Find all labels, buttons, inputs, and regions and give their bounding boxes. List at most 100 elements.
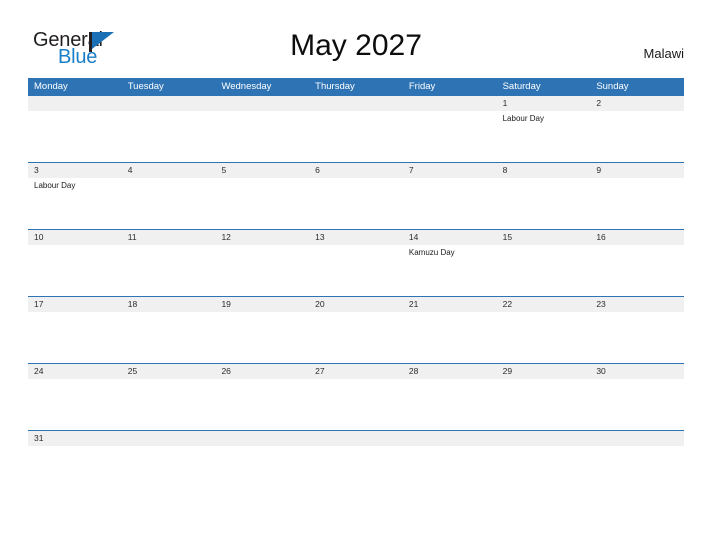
weekday-header-sunday: Sunday	[596, 81, 629, 92]
day-event	[403, 379, 497, 430]
week-event-band: Kamuzu Day	[28, 245, 684, 296]
day-event	[403, 446, 497, 455]
day-number[interactable]: 10	[28, 230, 122, 245]
day-event	[28, 312, 122, 363]
day-event	[309, 312, 403, 363]
day-number[interactable]: 1	[497, 96, 591, 111]
week-event-band	[28, 312, 684, 363]
day-number[interactable]: 30	[590, 364, 684, 379]
day-number[interactable]: 15	[497, 230, 591, 245]
weekday-header-tuesday: Tuesday	[127, 81, 164, 92]
day-event	[28, 111, 122, 162]
day-number[interactable]	[309, 431, 403, 446]
day-event	[309, 245, 403, 296]
day-event	[28, 245, 122, 296]
day-event	[215, 111, 309, 162]
week-date-band: 24 25 26 27 28 29 30	[28, 364, 684, 379]
day-number[interactable]: 21	[403, 297, 497, 312]
day-number[interactable]	[215, 96, 309, 111]
day-number[interactable]: 31	[28, 431, 122, 446]
day-number[interactable]: 11	[122, 230, 216, 245]
week-date-band: 10 11 12 13 14 15 16	[28, 230, 684, 245]
day-event	[497, 312, 591, 363]
day-event: Labour Day	[34, 181, 76, 190]
day-number[interactable]: 3	[28, 163, 122, 178]
day-event	[403, 312, 497, 363]
week-date-band: 17 18 19 20 21 22 23	[28, 297, 684, 312]
day-number[interactable]	[309, 96, 403, 111]
day-number[interactable]	[28, 96, 122, 111]
weekday-header-row: Monday Tuesday Wednesday Thursday Friday…	[28, 78, 684, 96]
week-row: 24 25 26 27 28 29 30	[28, 363, 684, 430]
weekday-header-monday: Monday	[34, 81, 68, 92]
day-number[interactable]: 4	[122, 163, 216, 178]
weekday-header-friday: Friday	[408, 81, 436, 92]
week-event-band	[28, 446, 684, 455]
day-event	[590, 312, 684, 363]
day-number[interactable]	[497, 431, 591, 446]
day-number[interactable]: 2	[590, 96, 684, 111]
day-number[interactable]: 24	[28, 364, 122, 379]
week-row: 31	[28, 430, 684, 455]
day-number[interactable]: 16	[590, 230, 684, 245]
day-number[interactable]: 19	[215, 297, 309, 312]
day-event	[122, 379, 216, 430]
day-event	[590, 446, 684, 455]
day-event	[309, 111, 403, 162]
day-event	[122, 446, 216, 455]
day-number[interactable]: 28	[403, 364, 497, 379]
day-event	[590, 178, 684, 229]
day-event	[403, 178, 497, 229]
day-event	[309, 178, 403, 229]
day-number[interactable]: 22	[497, 297, 591, 312]
week-row: 10 11 12 13 14 15 16 Kamuzu Day	[28, 229, 684, 296]
day-event	[497, 245, 591, 296]
day-event	[590, 379, 684, 430]
day-number[interactable]	[590, 431, 684, 446]
day-number[interactable]: 23	[590, 297, 684, 312]
day-number[interactable]: 29	[497, 364, 591, 379]
day-event	[215, 245, 309, 296]
week-row: 1 2 Labour Day	[28, 96, 684, 162]
day-number[interactable]: 18	[122, 297, 216, 312]
day-number[interactable]: 25	[122, 364, 216, 379]
day-number[interactable]	[403, 431, 497, 446]
day-event	[215, 379, 309, 430]
day-event	[215, 312, 309, 363]
day-event: Kamuzu Day	[408, 248, 455, 257]
day-event	[215, 178, 309, 229]
day-number[interactable]: 26	[215, 364, 309, 379]
calendar-page: General Blue May 2027 Malawi Monday Tues…	[0, 0, 712, 550]
day-number[interactable]: 9	[590, 163, 684, 178]
page-header: General Blue May 2027 Malawi	[0, 0, 712, 78]
day-number[interactable]: 14	[403, 230, 497, 245]
week-date-band: 31	[28, 431, 684, 446]
day-number[interactable]	[403, 96, 497, 111]
day-number[interactable]: 8	[497, 163, 591, 178]
day-event	[122, 178, 216, 229]
day-number[interactable]	[122, 431, 216, 446]
weekday-header-thursday: Thursday	[315, 81, 355, 92]
day-event	[497, 178, 591, 229]
day-number[interactable]	[215, 431, 309, 446]
day-number[interactable]: 17	[28, 297, 122, 312]
day-number[interactable]: 20	[309, 297, 403, 312]
day-number[interactable]: 12	[215, 230, 309, 245]
day-number[interactable]: 6	[309, 163, 403, 178]
week-date-band: 3 4 5 6 7 8 9	[28, 163, 684, 178]
day-number[interactable]: 27	[309, 364, 403, 379]
country-label: Malawi	[643, 46, 684, 61]
day-event	[122, 111, 216, 162]
day-event	[403, 111, 497, 162]
week-row: 3 4 5 6 7 8 9 Labour Day	[28, 162, 684, 229]
weekday-header-wednesday: Wednesday	[221, 81, 272, 92]
week-event-band: Labour Day	[28, 111, 684, 162]
day-number[interactable]	[122, 96, 216, 111]
day-event	[309, 446, 403, 455]
day-event	[28, 446, 122, 455]
day-number[interactable]: 7	[403, 163, 497, 178]
page-title: May 2027	[290, 29, 422, 62]
day-number[interactable]: 13	[309, 230, 403, 245]
day-event	[122, 312, 216, 363]
day-number[interactable]: 5	[215, 163, 309, 178]
